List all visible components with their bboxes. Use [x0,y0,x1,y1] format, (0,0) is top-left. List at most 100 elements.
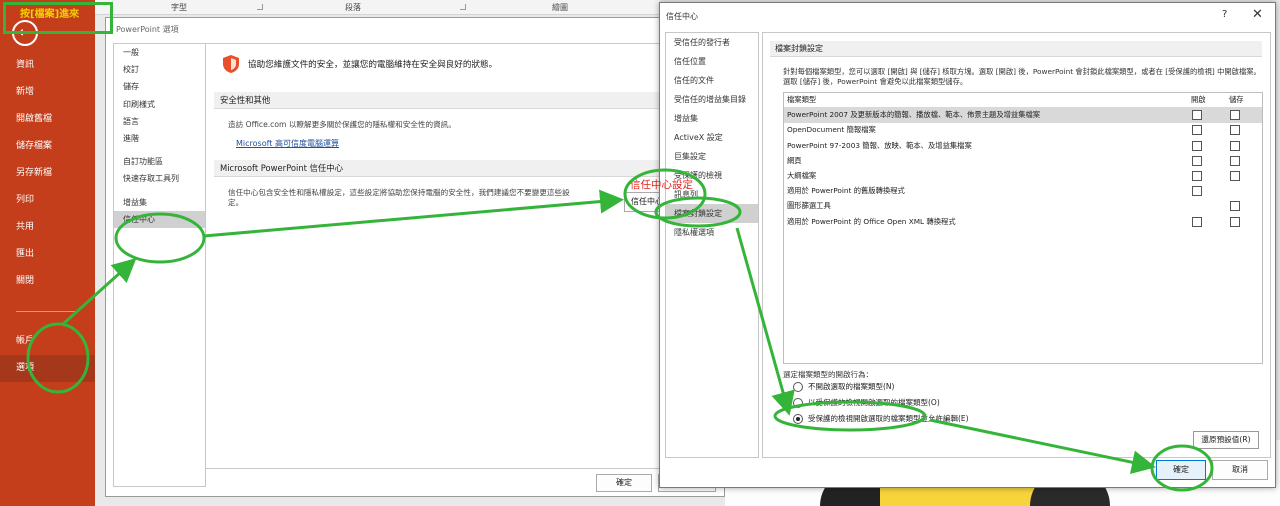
open-behavior-label: 選定檔案類型的開啟行為： [783,370,873,379]
backstage-item-options[interactable]: 選項 [0,355,95,382]
trust-nav-addins[interactable]: 增益集 [666,109,758,128]
trust-nav-file-block[interactable]: 檔案封鎖設定 [666,204,758,223]
backstage-item-save-as[interactable]: 另存新檔 [0,160,95,187]
radio-label: 以受保護的檢視開啟選取的檔案類型(O) [808,398,940,407]
backstage-item-print[interactable]: 列印 [0,187,95,214]
open-checkbox[interactable] [1192,110,1202,121]
save-checkbox[interactable] [1230,216,1240,227]
open-checkbox[interactable] [1192,125,1202,136]
trust-nav-documents[interactable]: 信任的文件 [666,71,758,90]
radio-button[interactable] [793,414,803,424]
file-type-name: OpenDocument 簡報檔案 [787,125,876,135]
backstage-divider [16,311,79,312]
backstage-pane: ← 資訊 新增 開啟舊檔 儲存檔案 另存新檔 列印 共用 匯出 關閉 帳戶 選項 [0,0,95,506]
file-type-name: 適用於 PowerPoint 的舊版轉換程式 [787,186,905,196]
trust-nav-activex[interactable]: ActiveX 設定 [666,128,758,147]
restore-defaults-button[interactable]: 還原預設值(R) [1193,431,1259,449]
backstage-item-new[interactable]: 新增 [0,79,95,106]
table-header: 檔案類型 開啟 儲存 [784,93,1262,109]
table-row[interactable]: 大綱檔案 [784,169,1262,184]
table-row[interactable]: 適用於 PowerPoint 的 Office Open XML 轉換程式 [784,215,1262,230]
table-row[interactable]: 網頁 [784,154,1262,169]
save-checkbox[interactable] [1230,125,1240,136]
options-nav-customize-ribbon[interactable]: 自訂功能區 [114,153,205,170]
backstage-item-info[interactable]: 資訊 [0,52,95,79]
options-nav-typography[interactable]: 印刷樣式 [114,96,205,113]
backstage-item-close[interactable]: 關閉 [0,268,95,295]
backstage-item-account[interactable]: 帳戶 [0,328,95,355]
options-nav-language[interactable]: 語言 [114,113,205,130]
page-headline: 協助您維護文件的安全，並讓您的電腦維持在安全與良好的狀態。 [248,60,498,70]
backstage-item-save[interactable]: 儲存檔案 [0,133,95,160]
radio-label: 不開啟選取的檔案類型(N) [808,382,895,391]
ribbon-group-drawing: 繪圖 [552,3,568,12]
file-type-name: 適用於 PowerPoint 的 Office Open XML 轉換程式 [787,216,956,226]
options-nav-addins[interactable]: 增益集 [114,194,205,211]
cancel-button[interactable]: 取消 [1212,460,1268,480]
ok-button[interactable]: 確定 [596,474,652,492]
file-block-panel: 檔案封鎖設定 針對每個檔案類型，您可以選取 [開啟] 與 [儲存] 核取方塊。選… [762,32,1271,458]
open-checkbox[interactable] [1192,155,1202,166]
save-checkbox[interactable] [1230,201,1240,212]
backstage-item-share[interactable]: 共用 [0,214,95,241]
close-icon[interactable]: ✕ [1252,7,1263,22]
table-row[interactable]: PowerPoint 97-2003 簡報、放映、範本、及增益集檔案 [784,139,1262,154]
dialog-title: 信任中心 [666,12,698,21]
backstage-item-open[interactable]: 開啟舊檔 [0,106,95,133]
file-type-name: 圖形篩選工具 [787,201,831,211]
dialog-title: PowerPoint 選項 [116,25,179,34]
open-checkbox[interactable] [1192,171,1202,181]
radio-button[interactable] [793,382,803,392]
options-nav-proofing[interactable]: 校訂 [114,61,205,78]
options-dialog: PowerPoint 選項 一般 校訂 儲存 印刷樣式 語言 進階 自訂功能區 … [105,17,725,497]
trust-center-settings-label: 信任中心設定 [630,179,693,191]
save-checkbox[interactable] [1230,140,1240,151]
file-type-name: 網頁 [787,155,802,165]
ok-button[interactable]: 確定 [1156,460,1206,480]
trust-nav-locations[interactable]: 信任位置 [666,52,758,71]
section-header-trust-center: Microsoft PowerPoint 信任中心 [214,160,714,177]
open-checkbox[interactable] [1192,216,1202,227]
dialog-launcher-icon[interactable] [257,4,263,10]
table-row[interactable]: OpenDocument 簡報檔案 [784,123,1262,138]
radio-label: 受保護的檢視開啟選取的檔案類型並允許編輯(E) [808,414,969,423]
options-nav-save[interactable]: 儲存 [114,78,205,95]
save-checkbox[interactable] [1230,155,1240,166]
dialog-launcher-icon[interactable] [460,4,466,10]
table-row[interactable]: PowerPoint 2007 及更新版本的簡報、播放檔、範本、佈景主題及增益集… [784,108,1262,124]
section-header-privacy: 安全性和其他 [214,92,714,109]
table-row[interactable]: 適用於 PowerPoint 的舊版轉換程式 [784,184,1262,199]
save-checkbox[interactable] [1230,110,1240,121]
column-header-open: 開啟 [1191,95,1206,104]
trust-center-text: 信任中心包含安全性和隱私權設定，這些設定將協助您保持電腦的安全性，我們建議您不要… [228,188,570,197]
file-type-name: 大綱檔案 [787,171,817,180]
backstage-item-export[interactable]: 匯出 [0,241,95,268]
radio-button[interactable] [793,398,803,408]
open-checkbox[interactable] [1192,186,1202,197]
options-content: 協助您維護文件的安全，並讓您的電腦維持在安全與良好的狀態。 安全性和其他 造訪 … [205,43,720,469]
table-row[interactable]: 圖形篩選工具 [784,199,1262,214]
column-header-type: 檔案類型 [787,95,817,104]
help-icon[interactable]: ? [1222,9,1227,20]
column-header-save: 儲存 [1229,95,1244,104]
options-nav-advanced[interactable]: 進階 [114,130,205,147]
ribbon-group-font: 字型 [171,3,187,12]
ribbon-strip: 字型 段落 繪圖 [95,0,660,15]
trustworthy-computing-link[interactable]: Microsoft 高可信度電腦運算 [236,138,339,149]
trust-nav-publishers[interactable]: 受信任的發行者 [666,33,758,52]
open-checkbox[interactable] [1192,140,1202,151]
save-checkbox[interactable] [1230,171,1240,181]
trust-nav-privacy[interactable]: 隱私權選項 [666,223,758,242]
options-nav-general[interactable]: 一般 [114,44,205,61]
options-nav-trust-center[interactable]: 信任中心 [114,210,205,228]
callout-label: 按[檔案]進來 [20,9,80,20]
shield-icon [223,55,239,73]
trust-nav-addin-catalogs[interactable]: 受信任的增益集目錄 [666,90,758,109]
options-nav-quick-access[interactable]: 快速存取工具列 [114,170,205,187]
backstage-menu: 資訊 新增 開啟舊檔 儲存檔案 另存新檔 列印 共用 匯出 關閉 帳戶 選項 [0,52,95,382]
file-type-table: 檔案類型 開啟 儲存 PowerPoint 2007 及更新版本的簡報、播放檔、… [783,92,1263,364]
trust-nav: 受信任的發行者 信任位置 信任的文件 受信任的增益集目錄 增益集 ActiveX… [665,32,759,458]
privacy-text: 造訪 Office.com 以瞭解更多關於保護您的隱私權和安全性的資訊。 [228,120,456,129]
options-nav: 一般 校訂 儲存 印刷樣式 語言 進階 自訂功能區 快速存取工具列 增益集 信任… [113,43,206,487]
trust-nav-macros[interactable]: 巨集設定 [666,147,758,166]
